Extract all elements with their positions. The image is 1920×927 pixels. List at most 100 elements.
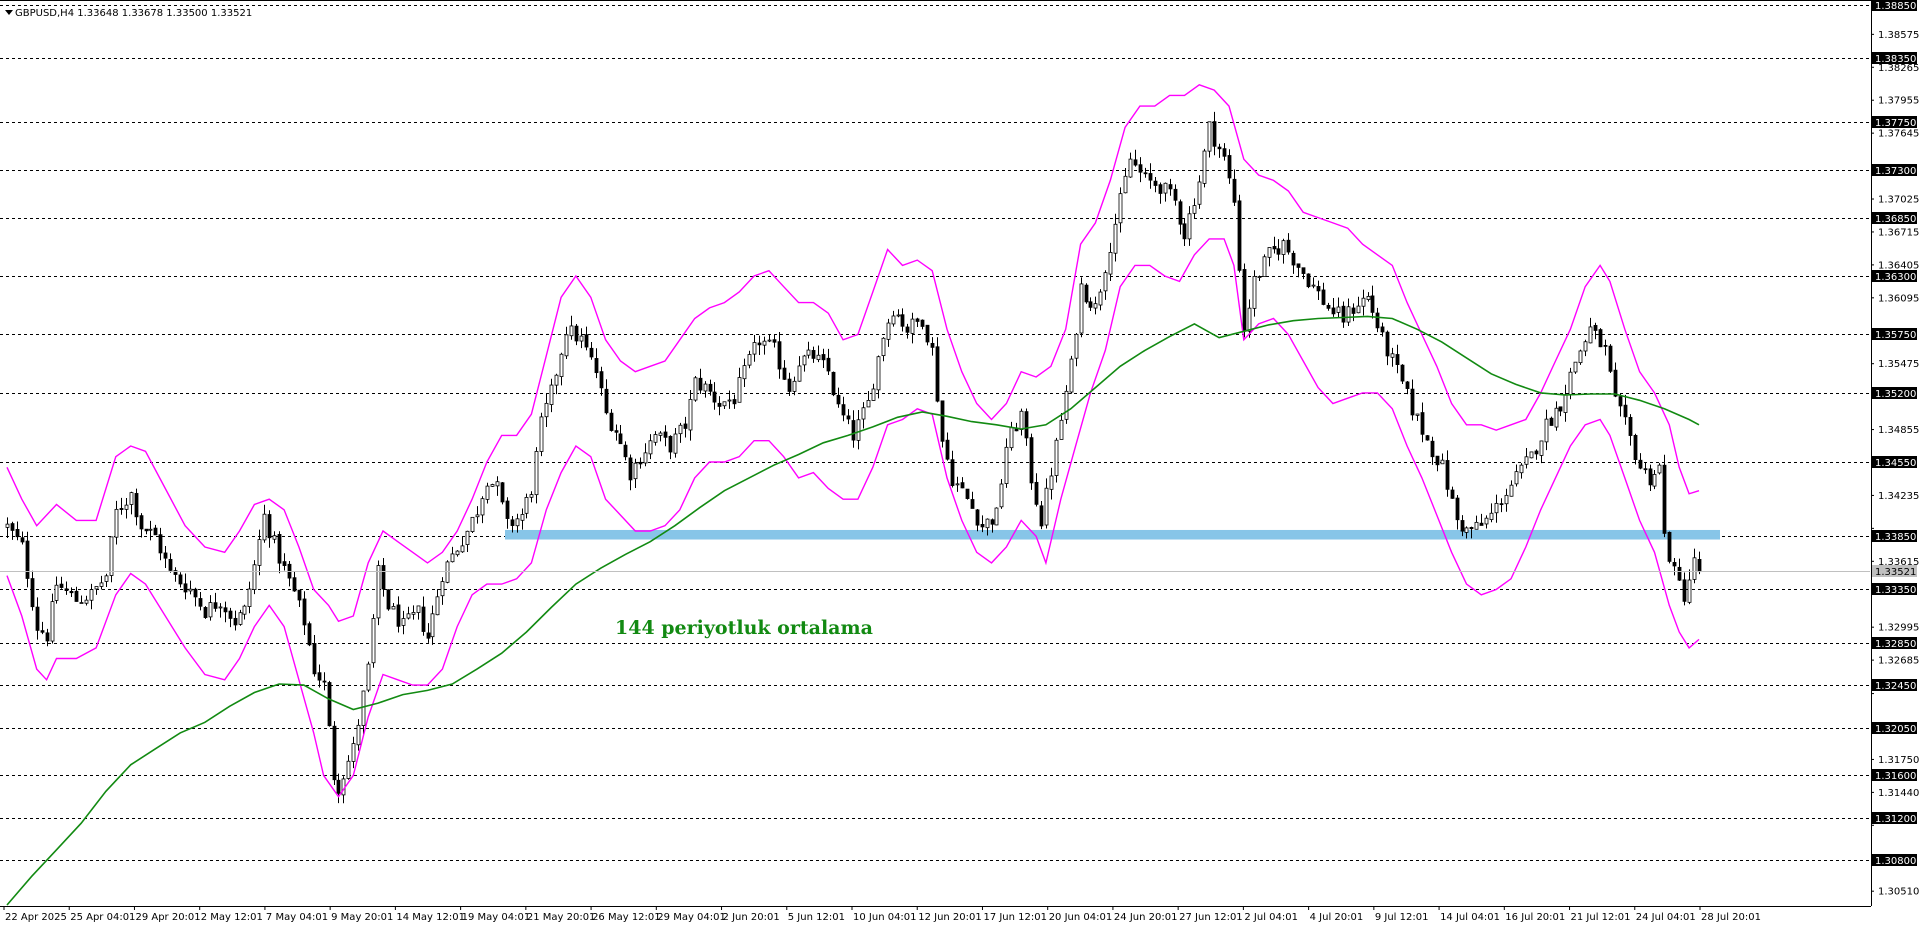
candle — [1657, 463, 1662, 475]
level-label-text: 1.33350 — [1875, 585, 1916, 596]
level-label: 1.31200 — [1872, 812, 1917, 825]
candle — [935, 337, 940, 403]
candle — [994, 507, 999, 526]
price-tick-label: 1.36405 — [1878, 260, 1919, 271]
time-label: 2 May 12:01 — [201, 912, 263, 923]
current-price-text: 1.33521 — [1875, 567, 1916, 578]
price-tick-label: 1.36095 — [1878, 293, 1919, 304]
price-tick-label: 1.32995 — [1878, 623, 1919, 634]
plot-background — [0, 0, 1920, 927]
symbol-info: GBPUSD,H4 1.33648 1.33678 1.33500 1.3352… — [5, 8, 252, 19]
price-tick-label: 1.37645 — [1878, 129, 1919, 140]
price-tick-label: 1.32685 — [1878, 656, 1919, 667]
price-tick-label: 1.38575 — [1878, 30, 1919, 41]
candle — [1029, 433, 1034, 490]
price-tick-label: 1.36715 — [1878, 227, 1919, 238]
candle — [203, 606, 208, 619]
time-label: 29 May 04:01 — [657, 912, 726, 923]
level-label-text: 1.34550 — [1875, 458, 1916, 469]
level-label-text: 1.37750 — [1875, 118, 1916, 129]
time-label: 5 Jun 12:01 — [788, 912, 845, 923]
price-tick-label: 1.31440 — [1878, 788, 1919, 799]
candle — [1529, 451, 1534, 459]
time-label: 16 Jul 20:01 — [1505, 912, 1565, 923]
candle — [539, 412, 544, 457]
price-chart[interactable]: 144 periyotluk ortalama GBPUSD,H4 1.3364… — [0, 0, 1920, 927]
candle — [940, 400, 945, 448]
time-label: 28 Jul 20:01 — [1701, 912, 1761, 923]
level-label: 1.38850 — [1872, 0, 1917, 12]
time-label: 20 Jun 04:01 — [1049, 912, 1113, 923]
candle — [327, 680, 332, 727]
candle — [1608, 344, 1613, 373]
time-label: 12 Jun 20:01 — [918, 912, 982, 923]
candle — [1242, 263, 1247, 338]
time-label: 9 Jul 12:01 — [1375, 912, 1429, 923]
level-label: 1.31600 — [1872, 769, 1917, 782]
level-label-text: 1.32450 — [1875, 681, 1916, 692]
time-label: 27 Jun 12:01 — [1179, 912, 1243, 923]
time-label: 21 Jul 12:01 — [1571, 912, 1631, 923]
level-label-text: 1.37300 — [1875, 166, 1916, 177]
time-label: 25 Apr 04:01 — [70, 912, 135, 923]
level-label-text: 1.32850 — [1875, 639, 1916, 650]
time-label: 9 May 20:01 — [331, 912, 393, 923]
current-price-label: 1.33521 — [1872, 565, 1917, 578]
candle — [1667, 531, 1672, 564]
candle — [371, 614, 376, 668]
level-label-text: 1.30800 — [1875, 856, 1916, 867]
level-label-text: 1.32050 — [1875, 724, 1916, 735]
candle — [925, 324, 930, 346]
candle — [500, 482, 505, 505]
time-label: 24 Jul 04:01 — [1636, 912, 1696, 923]
candle — [386, 589, 391, 611]
level-label: 1.33350 — [1872, 583, 1917, 596]
ma-annotation: 144 periyotluk ortalama — [615, 617, 873, 639]
price-tick-label: 1.35475 — [1878, 359, 1919, 370]
level-label: 1.34550 — [1872, 456, 1917, 469]
time-label: 7 May 04:01 — [266, 912, 328, 923]
time-label: 22 Apr 2025 — [5, 912, 67, 923]
candle — [109, 536, 114, 583]
candle — [1400, 364, 1405, 385]
candle — [1573, 361, 1578, 374]
time-label: 2 Jul 04:01 — [1244, 912, 1298, 923]
price-tick-label: 1.34235 — [1878, 491, 1919, 502]
candle — [1598, 328, 1603, 348]
candle — [1262, 254, 1267, 277]
price-tick-label: 1.37025 — [1878, 195, 1919, 206]
time-label: 19 May 04:01 — [462, 912, 531, 923]
level-label-text: 1.35750 — [1875, 330, 1916, 341]
support-zone[interactable] — [505, 529, 1720, 540]
candle — [1549, 416, 1554, 426]
symbol-info-text: GBPUSD,H4 1.33648 1.33678 1.33500 1.3352… — [15, 8, 252, 19]
price-tick-label: 1.37955 — [1878, 96, 1919, 107]
level-label-text: 1.35200 — [1875, 389, 1916, 400]
candle — [1064, 385, 1069, 424]
time-label: 17 Jun 12:01 — [983, 912, 1047, 923]
candle — [376, 560, 381, 626]
time-label: 26 May 12:01 — [592, 912, 661, 923]
level-label: 1.37750 — [1872, 116, 1917, 129]
candle — [1069, 355, 1074, 394]
level-label: 1.32850 — [1872, 637, 1917, 650]
level-label: 1.36850 — [1872, 212, 1917, 225]
candle — [693, 376, 698, 402]
candle — [366, 661, 371, 693]
price-tick-label: 1.31750 — [1878, 755, 1919, 766]
candle — [534, 447, 539, 504]
candle — [1633, 433, 1638, 465]
level-label-text: 1.31600 — [1875, 771, 1916, 782]
candle — [1578, 349, 1583, 365]
candle — [332, 721, 337, 785]
level-label-text: 1.33850 — [1875, 532, 1916, 543]
level-label: 1.30800 — [1872, 854, 1917, 867]
candle — [1662, 454, 1667, 538]
candle — [307, 621, 312, 647]
time-label: 10 Jun 04:01 — [853, 912, 917, 923]
level-label: 1.33850 — [1872, 530, 1917, 543]
time-label: 21 May 20:01 — [527, 912, 596, 923]
level-label: 1.37300 — [1872, 164, 1917, 177]
time-label: 14 May 12:01 — [396, 912, 465, 923]
price-tick-label: 1.38265 — [1878, 63, 1919, 74]
